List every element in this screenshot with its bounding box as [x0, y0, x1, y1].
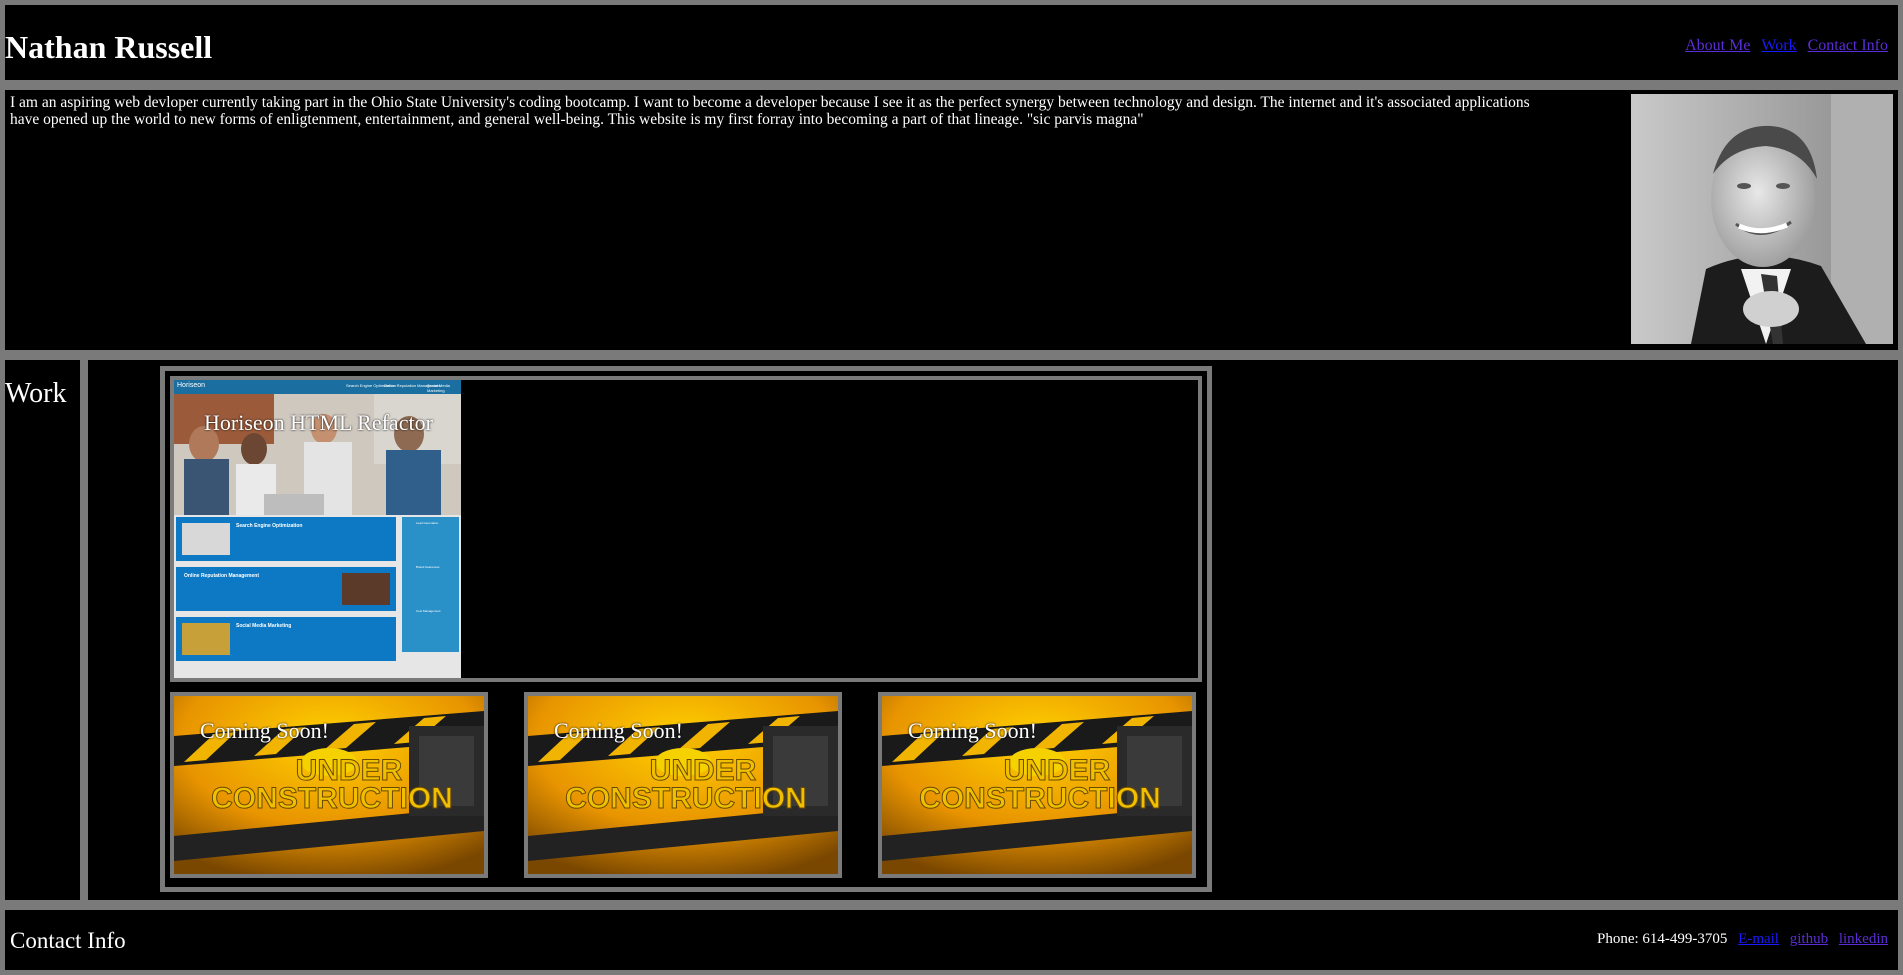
thumb-brand: Horiseon	[177, 382, 206, 389]
uc-line2: CONSTRUCTION	[919, 782, 1161, 815]
contact-footer: Contact Info Phone: 614-499-3705 E-mail …	[5, 910, 1898, 970]
uc-line2: CONSTRUCTION	[211, 782, 453, 815]
site-title: Nathan Russell	[5, 29, 213, 65]
linkedin-link[interactable]: linkedin	[1839, 931, 1888, 947]
github-link[interactable]: github	[1790, 931, 1828, 947]
thumb-section-smm-title: Social Media Marketing	[236, 623, 292, 629]
coming-soon-card[interactable]: UNDER CONSTRUCTION Coming Soon!	[170, 692, 488, 878]
thumb-content-column: Search Engine Optimization Online Reputa…	[176, 517, 396, 676]
thumb-section-seo: Search Engine Optimization	[176, 517, 396, 561]
thumb-sidebar-item-2: Brand Awareness	[416, 565, 440, 569]
coming-soon-card[interactable]: UNDER CONSTRUCTION Coming Soon!	[524, 692, 842, 878]
thumb-sidebar: Lead Generation Brand Awareness Cost Man…	[402, 517, 459, 652]
portrait-photo	[1631, 94, 1893, 344]
featured-project-frame: Horiseon Search Engine Optimization Onli…	[174, 380, 1198, 678]
thumb-smm-image	[182, 623, 230, 655]
about-text: I am an aspiring web devloper currently …	[10, 94, 1530, 128]
nav-work-link[interactable]: Work	[1761, 37, 1796, 54]
thumb-section-smm: Social Media Marketing	[176, 617, 396, 661]
main-nav: About Me Work Contact Info	[1678, 37, 1888, 55]
coming-soon-label: Coming Soon!	[908, 718, 1037, 743]
site-header: Nathan Russell About Me Work Contact Inf…	[5, 5, 1898, 80]
work-title: Work	[5, 378, 67, 409]
nav-contact-info-link[interactable]: Contact Info	[1808, 37, 1888, 54]
under-construction-frame: UNDER CONSTRUCTION Coming Soon!	[174, 696, 484, 874]
under-construction-frame: UNDER CONSTRUCTION Coming Soon!	[882, 696, 1192, 874]
thumb-section-orm: Online Reputation Management	[176, 567, 396, 611]
coming-soon-label: Coming Soon!	[554, 718, 683, 743]
work-sidebar: Work	[5, 360, 80, 900]
phone-number: Phone: 614-499-3705	[1596, 931, 1728, 947]
email-link[interactable]: E-mail	[1738, 931, 1779, 947]
uc-line2: CONSTRUCTION	[565, 782, 807, 815]
coming-soon-card[interactable]: UNDER CONSTRUCTION Coming Soon!	[878, 692, 1196, 878]
thumb-nav-3: Social Media Marketing	[427, 383, 450, 393]
thumb-seo-image	[182, 523, 230, 555]
about-section: I am an aspiring web devloper currently …	[5, 90, 1898, 350]
thumb-section-orm-title: Online Reputation Management	[184, 573, 260, 579]
portrait-illustration	[1631, 94, 1893, 344]
thumb-header-bar: Horiseon Search Engine Optimization Onli…	[174, 380, 461, 394]
thumb-section-seo-title: Search Engine Optimization	[236, 523, 303, 529]
featured-project-card[interactable]: Horiseon Search Engine Optimization Onli…	[170, 376, 1202, 682]
thumb-orm-image	[342, 573, 390, 605]
work-gallery: Horiseon Search Engine Optimization Onli…	[160, 366, 1212, 892]
contact-title: Contact Info	[10, 928, 126, 953]
thumb-sidebar-item-3: Cost Management	[416, 609, 441, 613]
thumb-sidebar-item-1: Lead Generation	[416, 521, 439, 525]
nav-about-me-link[interactable]: About Me	[1685, 37, 1750, 54]
coming-soon-label: Coming Soon!	[200, 718, 329, 743]
contact-links: Phone: 614-499-3705 E-mail github linked…	[1597, 931, 1888, 948]
featured-project-label: Horiseon HTML Refactor	[204, 410, 433, 435]
under-construction-frame: UNDER CONSTRUCTION Coming Soon!	[528, 696, 838, 874]
